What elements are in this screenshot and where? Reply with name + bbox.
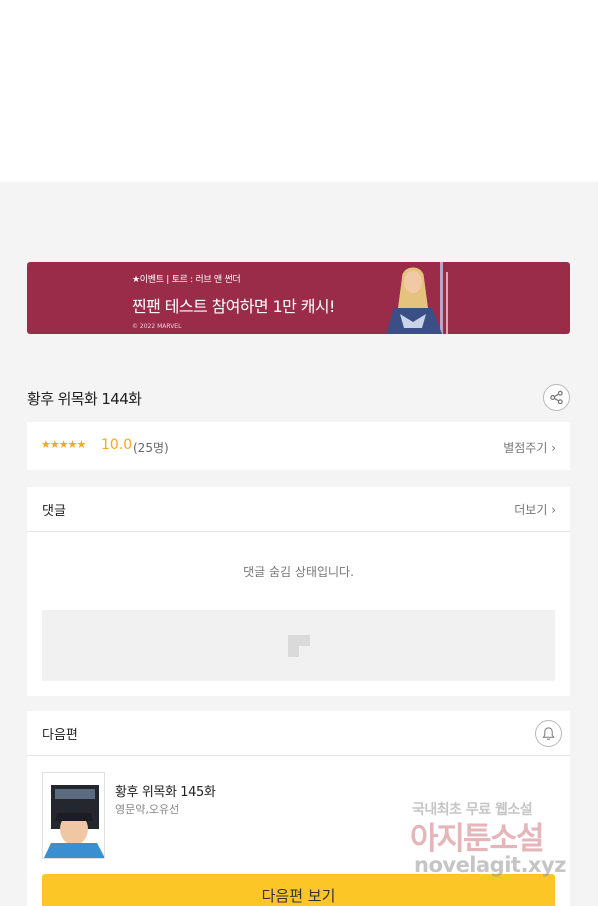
comments-more-link[interactable]: 더보기 ›	[514, 501, 556, 518]
banner-text: ★이벤트 | 토르 : 러브 앤 썬더 찐팬 테스트 참여하면 1만 캐시! ©…	[132, 272, 335, 330]
banner-title: 찐팬 테스트 참여하면 1만 캐시!	[132, 297, 335, 316]
rating-score: 10.0	[101, 437, 133, 453]
next-episode-title: 황후 위목화 145화	[115, 785, 216, 800]
next-episode-button[interactable]: 다음편 보기	[42, 874, 555, 906]
rating-count: (25명)	[133, 441, 169, 455]
share-button[interactable]	[543, 384, 570, 411]
comments-header: 댓글 더보기 ›	[27, 487, 570, 532]
notification-button[interactable]	[535, 720, 562, 747]
rating-card: ★★★★★ 10.0 (25명) 별점주기 ›	[27, 422, 570, 470]
thumbnail-image	[43, 773, 104, 858]
banner-character-image	[386, 262, 448, 334]
next-episode-authors: 영문약,오유선	[115, 803, 180, 816]
placeholder-image-icon	[288, 635, 310, 657]
episode-title: 황후 위목화 144화	[27, 390, 142, 408]
next-episode-card: 다음편 황후 위목화 145화 영문약,오유선 다음편 보기	[27, 711, 570, 906]
comments-hidden-message: 댓글 숨김 상태입니다.	[243, 565, 354, 579]
rate-button[interactable]: 별점주기 ›	[503, 439, 556, 456]
comments-card: 댓글 더보기 › 댓글 숨김 상태입니다.	[27, 487, 570, 696]
banner-copyright: © 2022 MARVEL	[132, 323, 182, 330]
next-episode-label: 다음편	[42, 728, 78, 743]
next-episode-thumbnail[interactable]	[42, 772, 105, 859]
episode-header: 황후 위목화 144화	[27, 384, 570, 412]
event-banner[interactable]: ★이벤트 | 토르 : 러브 앤 썬더 찐팬 테스트 참여하면 1만 캐시! ©…	[27, 262, 570, 334]
comment-placeholder-box	[42, 610, 555, 681]
ad-blank-area	[0, 0, 598, 182]
rating-stars: ★★★★★	[41, 438, 86, 451]
bell-icon	[542, 727, 555, 740]
next-episode-header: 다음편	[27, 711, 570, 756]
comments-label: 댓글	[42, 504, 66, 519]
share-icon	[550, 390, 563, 405]
banner-kicker: ★이벤트 | 토르 : 러브 앤 썬더	[132, 275, 241, 285]
